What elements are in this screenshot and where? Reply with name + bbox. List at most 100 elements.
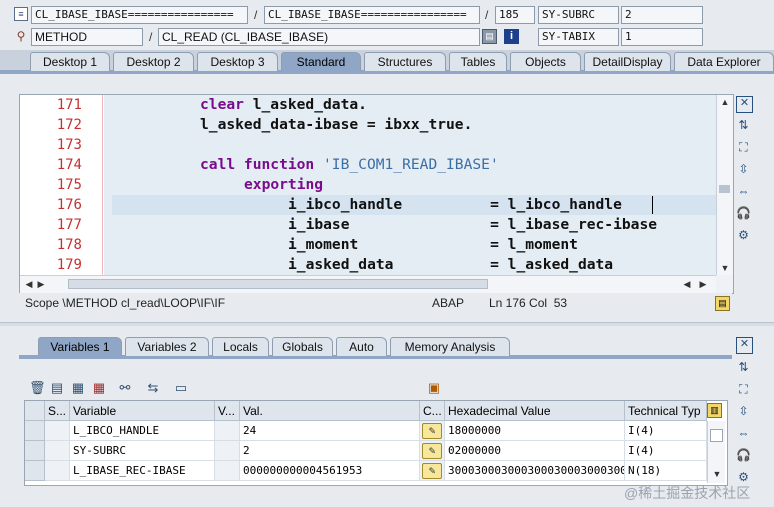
scroll-left-icon[interactable]: ◀ (680, 277, 694, 291)
variable-cell[interactable]: L_IBASE_REC-IBASE (70, 461, 215, 481)
sysvar1-name-field[interactable]: SY-SUBRC (538, 6, 619, 24)
horizontal-split-icon[interactable]: ⇔ (736, 184, 751, 199)
row-selector[interactable] (25, 461, 45, 481)
scroll-up-icon[interactable]: ▲ (718, 95, 732, 109)
top-tabs: Desktop 1 Desktop 2 Desktop 3 Standard S… (0, 52, 774, 72)
include-field[interactable]: CL_IBASE_IBASE================ (264, 6, 480, 24)
sysvar2-value-field[interactable]: 1 (621, 28, 703, 46)
row-selector[interactable] (25, 441, 45, 461)
tab-memory-analysis[interactable]: Memory Analysis (390, 337, 510, 356)
pencil-icon[interactable]: ✎ (422, 423, 442, 439)
sysvar1-value-field[interactable]: 2 (621, 6, 703, 24)
separator-slash: / (485, 8, 489, 22)
sysvar2-name-field[interactable]: SY-TABIX (538, 28, 619, 46)
export-icon[interactable]: ▤ (49, 380, 65, 396)
scroll-thumb[interactable] (710, 429, 723, 442)
event-field[interactable]: CL_READ (CL_IBASE_IBASE) (158, 28, 480, 46)
pencil-icon[interactable]: ✎ (422, 443, 442, 459)
change-cell[interactable]: ✎ (420, 461, 445, 481)
column-header-select[interactable] (25, 401, 45, 421)
horizontal-split-icon[interactable]: ⇔ (736, 426, 751, 441)
close-icon[interactable]: ✕ (736, 337, 753, 354)
swap-icon[interactable]: ⇅ (736, 118, 751, 133)
change-cell[interactable]: ✎ (420, 421, 445, 441)
row-selector[interactable] (25, 421, 45, 441)
list-red-icon[interactable]: ▦ (91, 380, 107, 396)
folder-icon[interactable]: ▭ (173, 380, 189, 396)
transfer-icon[interactable]: ⇆ (145, 380, 161, 396)
value-cell[interactable]: 24 (240, 421, 420, 441)
scroll-thumb[interactable] (719, 185, 730, 193)
line-number: 177 (56, 217, 82, 233)
editor-horizontal-scrollbar[interactable]: ◀ ▶ ◀ ▶ (20, 275, 716, 293)
tab-structures[interactable]: Structures (364, 52, 446, 71)
variable-cell[interactable]: L_IBCO_HANDLE (70, 421, 215, 441)
code-line: clear l_asked_data. (200, 95, 367, 115)
list-icon[interactable]: ▦ (70, 380, 86, 396)
tab-variables-1[interactable]: Variables 1 (38, 337, 122, 356)
tab-standard[interactable]: Standard (281, 52, 361, 71)
column-header-s[interactable]: S... (45, 401, 70, 421)
scroll-down-icon[interactable]: ▼ (710, 467, 724, 481)
headset-icon[interactable]: 🎧 (736, 206, 751, 221)
swap-icon[interactable]: ⇅ (736, 360, 751, 375)
notes-icon[interactable]: ▤ (715, 296, 730, 311)
vertical-split-icon[interactable]: ⇳ (736, 404, 751, 419)
line-field[interactable]: 185 (495, 6, 535, 24)
info-icon[interactable]: i (504, 29, 519, 44)
tab-data-explorer[interactable]: Data Explorer (674, 52, 774, 71)
code-area[interactable]: 171 172 173 174 175 176 177 178 179 clear l_aske… (20, 95, 716, 275)
column-settings-icon[interactable]: ▥ (707, 403, 722, 418)
scroll-right-icon[interactable]: ▶ (34, 277, 48, 291)
hscroll-thumb[interactable] (68, 279, 488, 289)
pencil-icon[interactable]: ✎ (422, 463, 442, 479)
save-icon[interactable]: ▣ (426, 380, 442, 396)
headset-icon[interactable]: 🎧 (736, 448, 751, 463)
maximize-icon[interactable]: ⛶ (736, 140, 751, 155)
tab-variables-2[interactable]: Variables 2 (125, 337, 209, 356)
column-header-variable[interactable]: Variable (70, 401, 215, 421)
maximize-icon[interactable]: ⛶ (736, 382, 751, 397)
tab-objects[interactable]: Objects (510, 52, 581, 71)
hierarchy-icon[interactable]: ⚯ (117, 380, 133, 396)
column-header-hex[interactable]: Hexadecimal Value (445, 401, 625, 421)
tab-tables[interactable]: Tables (449, 52, 507, 71)
variable-cell[interactable]: SY-SUBRC (70, 441, 215, 461)
column-header-c[interactable]: C... (420, 401, 445, 421)
scroll-right-icon[interactable]: ▶ (696, 277, 710, 291)
change-cell[interactable]: ✎ (420, 441, 445, 461)
delete-icon[interactable]: 🗑 (29, 380, 46, 396)
code-line: call function 'IB_COM1_READ_IBASE' (200, 155, 499, 175)
code-line: i_ibco_handle = l_ibco_handle (288, 195, 622, 215)
tab-globals[interactable]: Globals (272, 337, 333, 356)
tree-icon[interactable]: ⚙ (736, 228, 751, 243)
value-cell[interactable]: 2 (240, 441, 420, 461)
tab-detaildisplay[interactable]: DetailDisplay (584, 52, 671, 71)
code-token: l_asked_data-ibase = ibxx_true. (200, 116, 473, 133)
tab-desktop-3[interactable]: Desktop 3 (197, 52, 278, 71)
line-number: 175 (56, 177, 82, 193)
code-token: exporting (244, 176, 324, 193)
editor-vertical-scrollbar[interactable]: ▲ ▼ (716, 95, 733, 275)
close-icon[interactable]: ✕ (736, 96, 753, 113)
tab-desktop-2[interactable]: Desktop 2 (113, 52, 194, 71)
program-field[interactable]: CL_IBASE_IBASE================ (31, 6, 248, 24)
display-icon[interactable]: ▤ (482, 29, 497, 44)
vertical-split-icon[interactable]: ⇳ (736, 162, 751, 177)
gutter-divider (102, 95, 103, 275)
code-line: i_moment = l_moment (288, 235, 578, 255)
watermark-text: @稀土掘金技术社区 (624, 485, 751, 501)
scroll-down-icon[interactable]: ▼ (718, 261, 732, 275)
tab-desktop-1[interactable]: Desktop 1 (30, 52, 110, 71)
status-cell (45, 461, 70, 481)
grid-vertical-scrollbar[interactable]: ▼ (707, 421, 725, 483)
source-editor[interactable]: 171 172 173 174 175 176 177 178 179 clear l_aske… (19, 94, 734, 294)
value-cell[interactable]: 000000000004561953 (240, 461, 420, 481)
column-header-value[interactable]: Val. (240, 401, 420, 421)
column-header-v[interactable]: V... (215, 401, 240, 421)
tab-auto[interactable]: Auto (336, 337, 387, 356)
column-header-type[interactable]: Technical Typ (625, 401, 707, 421)
type-field[interactable]: METHOD (31, 28, 143, 46)
tab-locals[interactable]: Locals (212, 337, 269, 356)
pane-divider[interactable] (0, 322, 774, 326)
